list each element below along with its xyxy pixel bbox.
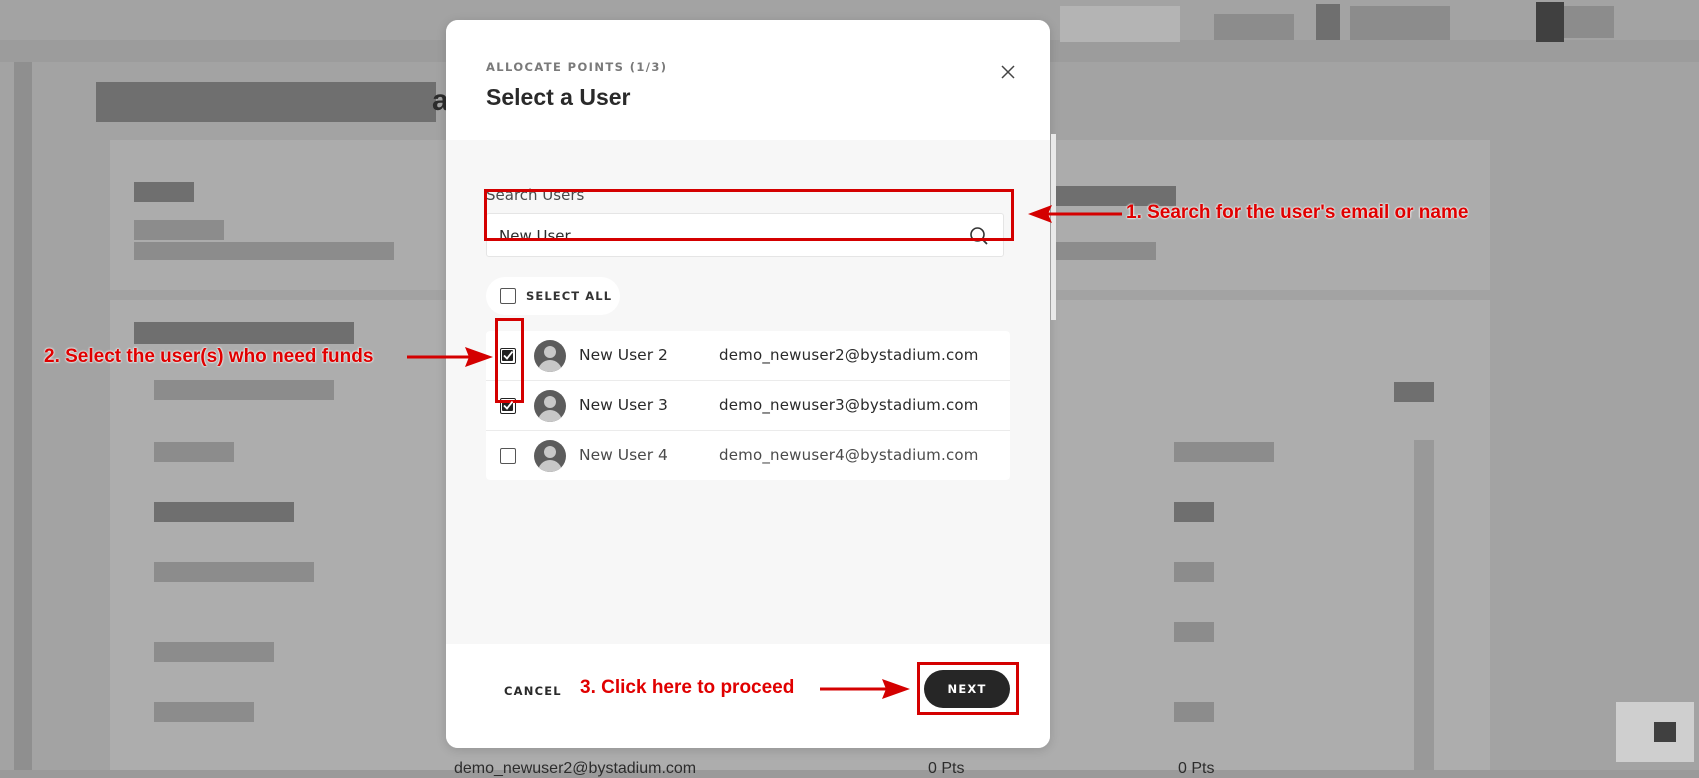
user-email: demo_newuser2@bystadium.com bbox=[719, 346, 979, 364]
annotation-search-highlight bbox=[484, 189, 1014, 241]
annotation-next-highlight bbox=[917, 662, 1019, 715]
user-email: demo_newuser3@bystadium.com bbox=[719, 396, 979, 414]
select-all-label: SELECT ALL bbox=[526, 289, 613, 303]
user-list: New User 2 demo_newuser2@bystadium.com N… bbox=[486, 331, 1010, 480]
annotation-step-2: 2. Select the user(s) who need funds bbox=[44, 346, 374, 367]
modal-header: ALLOCATE POINTS (1/3) Select a User bbox=[446, 20, 1050, 140]
avatar bbox=[534, 340, 566, 372]
select-all-checkbox[interactable] bbox=[500, 288, 516, 304]
annotation-arrow-1 bbox=[1028, 205, 1122, 223]
user-row[interactable]: New User 2 demo_newuser2@bystadium.com bbox=[486, 331, 1010, 381]
scrollbar[interactable] bbox=[1051, 134, 1056, 320]
user-email: demo_newuser4@bystadium.com bbox=[719, 446, 979, 464]
cancel-button[interactable]: CANCEL bbox=[504, 684, 562, 698]
step-eyebrow: ALLOCATE POINTS (1/3) bbox=[486, 60, 668, 74]
annotation-arrow-3 bbox=[820, 679, 910, 699]
annotation-step-3: 3. Click here to proceed bbox=[580, 677, 795, 698]
select-all-toggle[interactable]: SELECT ALL bbox=[486, 277, 620, 315]
user-row[interactable]: New User 3 demo_newuser3@bystadium.com bbox=[486, 381, 1010, 431]
checkmark-icon bbox=[503, 350, 513, 360]
user-name: New User 2 bbox=[579, 346, 668, 364]
close-button[interactable] bbox=[992, 56, 1024, 88]
avatar bbox=[534, 440, 566, 472]
user-name: New User 4 bbox=[579, 446, 668, 464]
user-checkbox[interactable] bbox=[500, 448, 516, 464]
close-icon bbox=[1001, 65, 1015, 79]
modal-title: Select a User bbox=[486, 84, 631, 110]
annotation-arrow-2 bbox=[407, 347, 493, 367]
user-row[interactable]: New User 4 demo_newuser4@bystadium.com bbox=[486, 431, 1010, 480]
annotation-step-1: 1. Search for the user's email or name bbox=[1126, 202, 1469, 223]
select-user-modal: ALLOCATE POINTS (1/3) Select a User Sear… bbox=[446, 20, 1050, 748]
checkmark-icon bbox=[503, 400, 513, 410]
avatar bbox=[534, 390, 566, 422]
user-name: New User 3 bbox=[579, 396, 668, 414]
